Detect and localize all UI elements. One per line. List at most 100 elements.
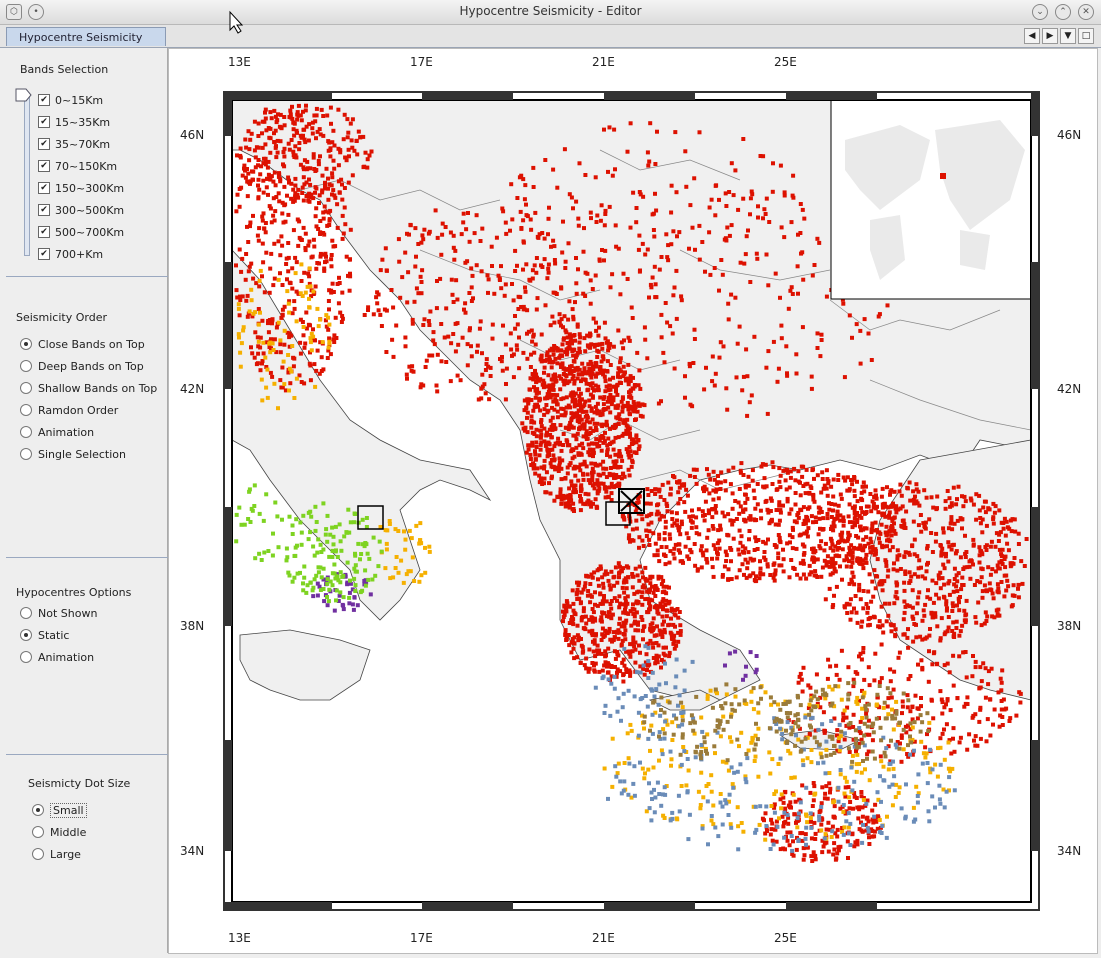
seismic-event-dot [979, 679, 984, 684]
seismic-event-dot [706, 782, 711, 786]
seismic-event-dot [672, 366, 677, 371]
seismic-event-dot [714, 510, 719, 515]
seismic-event-dot [779, 336, 784, 341]
seismic-event-dot [296, 113, 301, 118]
seismic-event-dot [296, 103, 301, 108]
seismic-event-dot [683, 509, 688, 514]
seismic-event-dot [933, 762, 938, 767]
seismic-event-dot [950, 766, 955, 771]
seismic-event-dot [320, 188, 325, 193]
seismic-event-dot [682, 749, 687, 754]
seismic-event-dot [885, 704, 890, 709]
seismic-event-dot [603, 569, 608, 574]
seismic-event-dot [859, 657, 864, 662]
seismic-event-dot [987, 581, 992, 586]
seismic-event-dot [601, 597, 606, 602]
seismic-event-dot [756, 204, 760, 209]
seismic-event-dot [833, 502, 838, 507]
seismic-event-dot [607, 626, 612, 631]
seismic-event-dot [314, 113, 319, 118]
seismic-event-dot [641, 583, 646, 588]
seismic-event-dot [260, 145, 265, 150]
seismic-event-dot [778, 473, 783, 478]
seismic-event-dot [947, 592, 952, 597]
seismic-event-dot [567, 346, 572, 351]
seismic-event-dot [825, 493, 830, 498]
seismic-event-dot [483, 391, 488, 396]
seismic-event-dot [566, 501, 571, 506]
seismic-event-dot [561, 396, 566, 401]
seismic-event-dot [1012, 517, 1017, 522]
seismic-event-dot [635, 409, 640, 414]
seismic-event-dot [710, 565, 715, 570]
seismic-event-dot [589, 408, 594, 413]
seismic-event-dot [778, 847, 783, 852]
seismic-event-dot [268, 176, 273, 181]
seismic-event-dot [590, 628, 595, 633]
seismic-event-dot [894, 510, 899, 515]
seismic-event-dot [404, 372, 409, 377]
seismic-event-dot [531, 185, 536, 189]
seismic-event-dot [683, 395, 687, 400]
seismic-event-dot [951, 683, 956, 688]
seismic-event-dot [276, 191, 281, 196]
seismic-event-dot [621, 513, 625, 518]
seismic-event-dot [974, 620, 979, 625]
seismic-event-dot [852, 488, 857, 493]
seismic-event-dot [825, 796, 830, 801]
seismic-event-dot [694, 481, 699, 486]
seismic-event-dot [673, 608, 678, 613]
seismic-event-dot [890, 707, 894, 712]
seismic-event-dot [655, 509, 660, 514]
seismic-event-dot [1019, 559, 1024, 564]
seismic-event-dot [310, 126, 315, 131]
seismic-event-dot [419, 280, 424, 284]
seismic-event-dot [809, 386, 814, 391]
seismic-event-dot [294, 260, 299, 265]
seismic-event-dot [946, 625, 951, 630]
seismic-event-dot [960, 517, 965, 522]
seismic-event-dot [741, 374, 746, 379]
seismic-event-dot [503, 342, 508, 347]
seismic-event-dot [414, 254, 418, 259]
seismic-event-dot [660, 614, 665, 619]
seismic-event-dot [718, 734, 723, 739]
seismicity-map[interactable] [0, 0, 1101, 958]
seismic-event-dot [877, 680, 882, 685]
seismic-event-dot [268, 150, 273, 155]
seismic-event-dot [646, 767, 651, 772]
seismic-event-dot [499, 286, 504, 291]
seismic-event-dot [873, 802, 878, 807]
seismic-event-dot [878, 754, 883, 759]
seismic-event-dot [423, 545, 427, 550]
seismic-event-dot [526, 443, 531, 448]
seismic-event-dot [609, 440, 614, 445]
seismic-event-dot [776, 556, 781, 560]
seismic-event-dot [641, 575, 645, 580]
seismic-event-dot [239, 341, 244, 346]
seismic-event-dot [444, 306, 449, 311]
seismic-event-dot [577, 340, 582, 345]
seismic-event-dot [922, 488, 927, 493]
seismic-event-dot [293, 195, 298, 200]
seismic-event-dot [687, 246, 691, 251]
seismic-event-dot [910, 588, 915, 593]
seismic-event-dot [847, 795, 852, 800]
seismic-event-dot [722, 514, 727, 519]
seismic-event-dot [725, 225, 730, 230]
seismic-event-dot [709, 818, 714, 823]
seismic-event-dot [825, 516, 830, 521]
seismic-event-dot [500, 368, 505, 373]
seismic-event-dot [546, 389, 551, 394]
seismic-event-dot [534, 445, 539, 449]
seismic-event-dot [578, 660, 583, 665]
seismic-event-dot [988, 697, 993, 702]
seismic-event-dot [802, 544, 807, 549]
seismic-event-dot [318, 154, 322, 159]
seismic-event-dot [981, 661, 986, 666]
seismic-event-dot [271, 283, 276, 288]
seismic-event-dot [783, 789, 788, 794]
seismic-event-dot [794, 847, 799, 852]
seismic-event-dot [345, 135, 350, 140]
seismic-event-dot [665, 320, 670, 325]
